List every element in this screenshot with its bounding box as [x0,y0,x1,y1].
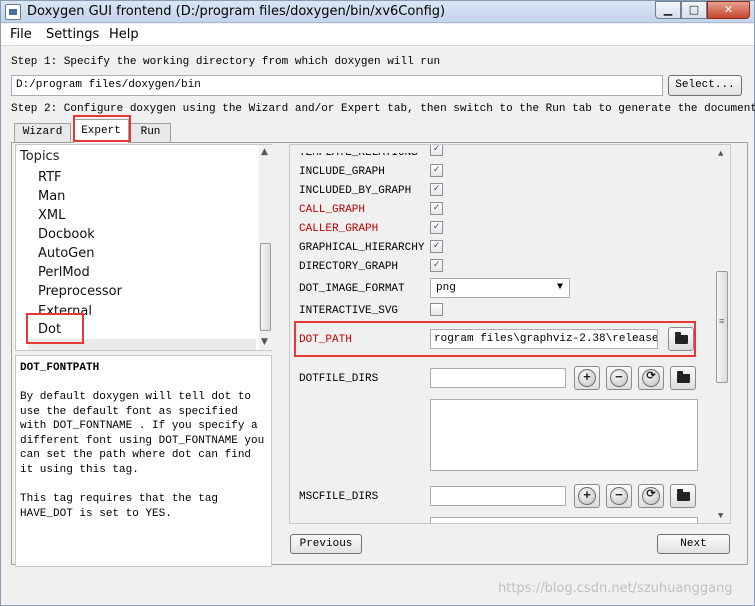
folder-icon [677,489,690,501]
topic-item-xml[interactable]: XML [38,208,65,223]
window-title: Doxygen GUI frontend (D:/program files/d… [27,4,446,19]
next-button[interactable]: Next [657,534,730,554]
topic-item-man[interactable]: Man [38,189,65,204]
dotfile-dirs-add-button[interactable]: + [574,366,600,390]
topics-header: Topics [20,149,60,164]
mscfile-dirs-remove-button[interactable]: − [606,484,632,508]
grip-icon: ≡ [719,317,725,327]
topic-item-docbook[interactable]: Docbook [38,227,95,242]
template-relations-checkbox[interactable]: ✓ [430,145,443,156]
option-template-relations: TEMPLATE_RELATIONS [299,147,418,159]
watermark: https://blog.csdn.net/szuhuanggang [498,581,733,596]
remove-icon: − [610,369,628,387]
maximize-button[interactable]: □ [681,1,707,19]
option-directory-graph: DIRECTORY_GRAPH [299,261,399,273]
remove-icon: − [610,487,628,505]
add-icon: + [578,487,596,505]
call-graph-checkbox[interactable]: ✓ [430,202,443,215]
dot-topic-highlight [26,313,84,344]
topic-item-rtf[interactable]: RTF [38,170,62,185]
include-graph-checkbox[interactable]: ✓ [430,164,443,177]
menu-settings[interactable]: Settings [46,27,99,42]
topic-item-perlmod[interactable]: PerlMod [38,265,90,280]
tab-wizard[interactable]: Wizard [14,123,71,142]
topics-scrollbar[interactable]: ▲ ▼ [259,145,272,350]
menu-help[interactable]: Help [109,27,139,42]
step1-label: Step 1: Specify the working directory fr… [11,56,441,68]
working-directory-input[interactable]: D:/program files/doxygen/bin [11,75,663,96]
scroll-up-icon[interactable]: ▲ [718,149,723,159]
expert-tab-highlight [73,115,131,142]
mscfile-dirs-input[interactable] [430,486,566,506]
tab-run[interactable]: Run [130,123,171,142]
option-dotfile-dirs: DOTFILE_DIRS [299,373,379,385]
refresh-icon: ⟳ [642,487,660,505]
dot-path-highlight [294,321,696,357]
dot-image-format-value: png [436,282,456,294]
option-call-graph: CALL_GRAPH [299,204,366,216]
option-graphical-hierarchy: GRAPHICAL_HIERARCHY [299,242,425,254]
dot-image-format-select[interactable]: png ▼ [430,278,570,298]
add-icon: + [578,369,596,387]
mscfile-dirs-add-button[interactable]: + [574,484,600,508]
dotfile-dirs-list[interactable] [430,399,698,471]
step2-label: Step 2: Configure doxygen using the Wiza… [11,103,755,115]
refresh-icon: ⟳ [642,369,660,387]
caller-graph-checkbox[interactable]: ✓ [430,221,443,234]
graphical-hierarchy-checkbox[interactable]: ✓ [430,240,443,253]
topics-scroll-thumb[interactable] [260,243,271,331]
scroll-up-icon[interactable]: ▲ [261,147,268,157]
options-scroll-thumb[interactable]: ≡ [716,271,728,383]
dotfile-dirs-browse-button[interactable] [670,366,696,390]
dotfile-dirs-input[interactable] [430,368,566,388]
close-button[interactable]: ✕ [707,1,750,19]
main-window: Doxygen GUI frontend (D:/program files/d… [0,0,755,606]
directory-graph-checkbox[interactable]: ✓ [430,259,443,272]
option-caller-graph: CALLER_GRAPH [299,223,379,235]
dotfile-dirs-remove-button[interactable]: − [606,366,632,390]
dot-options-panel: TEMPLATE_RELATIONS ✓ INCLUDE_GRAPH ✓ INC… [289,144,731,524]
description-title: DOT_FONTPATH [20,362,100,374]
menu-bar: File Settings Help [1,24,754,46]
menu-file[interactable]: File [10,27,32,42]
previous-button[interactable]: Previous [290,534,362,554]
description-note: This tag requires that the tag HAVE_DOT … [20,493,219,520]
option-description: DOT_FONTPATH By default doxygen will tel… [15,355,272,567]
description-body: By default doxygen will tell dot to use … [20,391,265,476]
interactive-svg-checkbox[interactable] [430,303,443,316]
topic-item-autogen[interactable]: AutoGen [38,246,95,261]
option-include-graph: INCLUDE_GRAPH [299,166,385,178]
included-by-graph-checkbox[interactable]: ✓ [430,183,443,196]
mscfile-dirs-list[interactable] [430,517,698,523]
dropdown-arrow-icon: ▼ [556,282,563,293]
mscfile-dirs-browse-button[interactable] [670,484,696,508]
mscfile-dirs-refresh-button[interactable]: ⟳ [638,484,664,508]
minimize-button[interactable]: ▁ [655,1,681,19]
select-directory-button[interactable]: Select... [668,75,742,96]
app-icon [5,4,21,20]
option-included-by-graph: INCLUDED_BY_GRAPH [299,185,412,197]
option-interactive-svg: INTERACTIVE_SVG [299,305,399,317]
scroll-down-icon[interactable]: ▼ [261,337,268,347]
scroll-down-icon[interactable]: ▼ [718,511,723,521]
option-dot-image-format: DOT_IMAGE_FORMAT [299,283,405,295]
folder-icon [677,371,690,383]
topic-item-preprocessor[interactable]: Preprocessor [38,284,122,299]
dotfile-dirs-refresh-button[interactable]: ⟳ [638,366,664,390]
option-mscfile-dirs: MSCFILE_DIRS [299,491,379,503]
options-scrollbar[interactable]: ▲ ≡ ▼ [714,145,730,523]
title-bar: Doxygen GUI frontend (D:/program files/d… [1,1,754,23]
